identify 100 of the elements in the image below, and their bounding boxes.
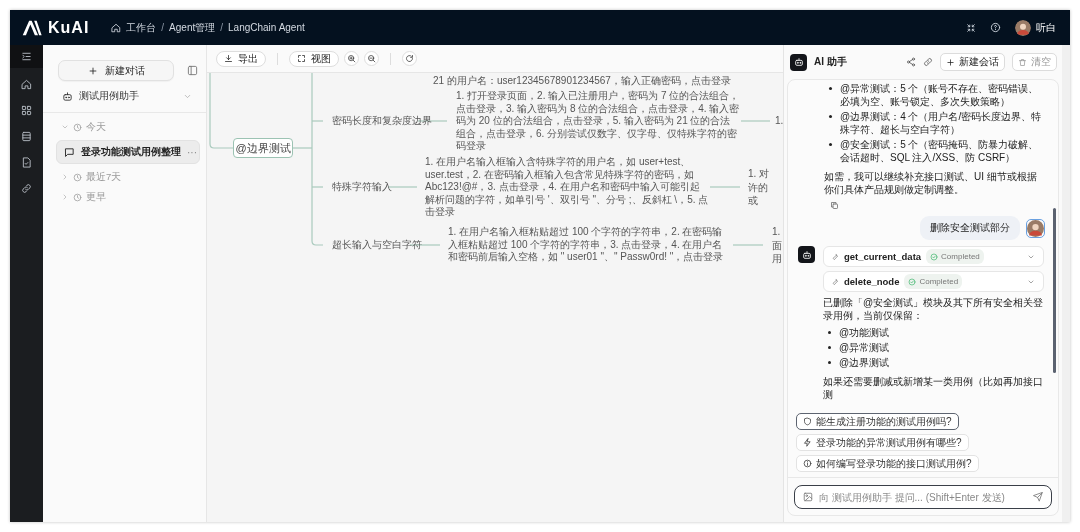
input-box[interactable]: 向 测试用例助手 提问... (Shift+Enter 发送) — [794, 485, 1052, 509]
link-icon[interactable] — [21, 182, 32, 194]
message-text: @边界测试：4 个（用户名/密码长度边界、特殊字符、超长与空白字符） — [840, 110, 1043, 136]
tool-name: get_current_data — [844, 250, 922, 263]
home-icon — [111, 22, 122, 33]
node-text: 面 — [772, 238, 782, 252]
new-session-button[interactable]: 新建会话 — [940, 53, 1005, 71]
grid-icon[interactable] — [21, 104, 32, 116]
branch-label[interactable]: 特殊字符输入 — [332, 180, 392, 194]
message-input[interactable]: 向 测试用例助手 提问... (Shift+Enter 发送) — [819, 491, 1027, 503]
node-text: 1. — [775, 114, 783, 128]
export-button[interactable]: 导出 — [216, 50, 266, 67]
connector-line — [740, 120, 771, 122]
avatar-icon[interactable] — [1015, 19, 1031, 36]
message-text: 已删除「@安全测试」模块及其下所有安全相关登录用例，当前仅保留： — [823, 296, 1044, 322]
clock-icon — [73, 172, 82, 182]
bullet-dot — [829, 115, 832, 118]
help-icon[interactable] — [990, 22, 1001, 33]
breadcrumb-link[interactable]: Agent管理 — [169, 20, 216, 35]
connector-line — [409, 244, 441, 246]
fit-view-icon — [297, 54, 306, 63]
agent-selector[interactable]: 测试用例助手 — [43, 81, 206, 113]
share-icon[interactable] — [906, 57, 916, 67]
plus-icon — [87, 65, 98, 76]
view-button[interactable]: 视图 — [289, 50, 339, 67]
lightning-icon — [803, 438, 812, 447]
plus-icon — [946, 57, 955, 67]
message-text: @功能测试 — [839, 326, 891, 339]
zoom-in-icon — [347, 54, 356, 63]
suggestion-chip[interactable]: 如何编写登录功能的接口测试用例? — [796, 455, 979, 472]
breadcrumb-link[interactable]: 工作台 — [126, 20, 157, 35]
group-label: 今天 — [86, 120, 106, 134]
tool-name: delete_node — [844, 275, 900, 288]
robot-icon — [62, 90, 73, 102]
node-text: 1. 打开登录页面，2. 输入已注册用户，密码为 7 位的合法组合，点击登录，3. 输入密码为 8 位的合法组合，点击登录，4. 输入密码为 20 位的合法组合，点击登录，5. 输入密码为 21 位的合法组合，点击登录，6. 分别尝试仅数字、仅字母、仅特殊字符的密码登录 — [456, 89, 740, 153]
suggestion-chip[interactable]: 登录功能的异常测试用例有哪些? — [796, 434, 969, 451]
connector-line — [417, 120, 448, 122]
robot-icon — [790, 53, 807, 71]
connector-line — [732, 244, 764, 246]
zoom-in-button[interactable] — [344, 51, 359, 66]
message-text: @安全测试：5 个（密码掩码、防暴力破解、会话超时、SQL 注入/XSS、防 CSRF） — [840, 138, 1040, 164]
tool-call[interactable]: delete_node Completed — [823, 271, 1044, 292]
group-label: 更早 — [86, 190, 106, 204]
conversation-title: 登录功能测试用例整理 — [81, 145, 181, 159]
refresh-button[interactable] — [402, 51, 417, 66]
trash-icon — [1018, 57, 1027, 67]
connector-line — [709, 186, 741, 188]
download-icon — [224, 54, 233, 63]
node-text: 用 — [772, 251, 782, 266]
bullet-dot — [828, 361, 831, 364]
branch-label[interactable]: 超长输入与空白字符 — [332, 238, 422, 252]
check-circle-icon — [908, 277, 917, 286]
logo-text: KuAI — [48, 18, 90, 37]
group-label: 最近7天 — [86, 170, 122, 184]
check-circle-icon — [930, 252, 939, 261]
connector-line — [387, 186, 418, 188]
bullet-dot — [829, 87, 832, 90]
node-text: 1. — [772, 224, 782, 239]
document-icon[interactable] — [21, 156, 32, 168]
user-name[interactable]: 听白 — [1036, 20, 1056, 35]
zoom-out-button[interactable] — [364, 51, 379, 66]
node-text: 1. 在用户名输入框粘贴超过 100 个字符的字符串，2. 在密码输入框粘贴超过 100 个字符的字符串，3. 点击登录，4. 在用户名和密码前后输入空格，如 " user01 "、" Passw0rd! "，点击登录 — [448, 226, 725, 264]
message-text: @异常测试 — [839, 341, 891, 354]
logo-icon — [22, 19, 42, 36]
menu-fold-icon[interactable] — [21, 51, 32, 62]
message-text: @异常测试：5 个（账号不存在、密码错误、必填为空、账号锁定、多次失败策略） — [840, 82, 1040, 108]
node-text: 许的 — [748, 180, 769, 194]
message-text: @边界测试 — [839, 356, 891, 369]
list-icon[interactable] — [21, 130, 32, 142]
tool-call[interactable]: get_current_data Completed — [823, 246, 1044, 267]
home-icon[interactable] — [21, 78, 32, 90]
bullet-dot — [828, 331, 831, 334]
wrench-icon — [831, 252, 839, 261]
user-message: 删除安全测试部分 — [920, 216, 1020, 240]
clock-icon — [73, 192, 82, 202]
refresh-icon — [405, 54, 414, 63]
status-badge: Completed — [904, 274, 963, 289]
send-icon[interactable] — [1033, 492, 1043, 502]
node-text: 21 的用户名：user12345678901234567，输入正确密码，点击登录 — [433, 74, 731, 88]
collapse-icon[interactable] — [966, 22, 976, 33]
scrollbar-thumb[interactable] — [1053, 208, 1056, 373]
panel-title: AI 助手 — [814, 55, 848, 69]
image-icon[interactable] — [803, 492, 813, 502]
node-text: 1. 对 — [748, 166, 770, 181]
copy-icon[interactable] — [830, 201, 839, 210]
link-icon[interactable] — [923, 57, 933, 67]
wrench-icon — [831, 277, 839, 286]
branch-label[interactable]: 密码长度和复杂度边界 — [332, 114, 432, 128]
node-text: 1. 在用户名输入框输入含特殊字符的用户名，如 user+test、user.test，2. 在密码输入框输入包含常见特殊字符的密码，如 Abc123!@#，3. 点击登录，4. 在用户名和密码中输入可能引起解析问题的字符，如单引号 '、双引号 "、分号 ;、反斜杠 \，5. 点击登录 — [425, 155, 709, 219]
node-text: 或 — [748, 193, 759, 208]
zoom-out-icon — [367, 54, 376, 63]
new-chat-button[interactable]: 新建对话 — [58, 60, 174, 81]
sidebar-toggle-icon[interactable] — [187, 65, 198, 76]
breadcrumb-separator: / — [161, 22, 165, 33]
bullet-dot — [828, 346, 831, 349]
bullet-dot — [829, 143, 832, 146]
mindmap-node[interactable]: @边界测试 — [233, 138, 293, 158]
conversation-item[interactable]: 登录功能测试用例整理 ··· — [56, 140, 200, 164]
suggestion-chip[interactable]: 能生成注册功能的测试用例吗? — [796, 413, 959, 430]
breadcrumb-link[interactable]: LangChain Agent — [228, 22, 305, 33]
